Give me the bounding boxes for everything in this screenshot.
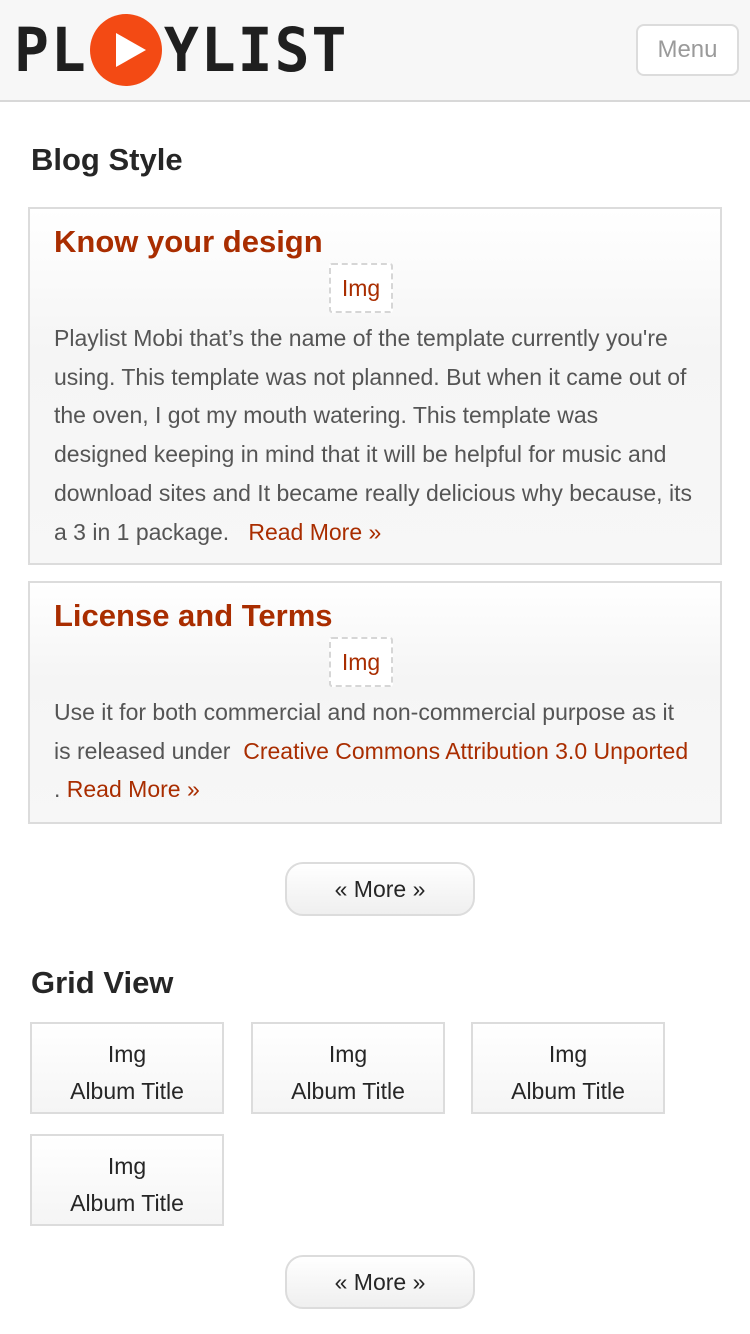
album-title: Album Title — [70, 1078, 184, 1104]
menu-button[interactable]: Menu — [636, 24, 739, 76]
album-card[interactable]: Img Album Title — [30, 1022, 224, 1114]
album-card[interactable]: Img Album Title — [251, 1022, 445, 1114]
grid-more-button[interactable]: « More » — [285, 1255, 475, 1309]
post-title[interactable]: Know your design — [54, 223, 696, 261]
post-text: Playlist Mobi that’s the name of the tem… — [54, 325, 692, 545]
album-card[interactable]: Img Album Title — [471, 1022, 665, 1114]
header: PL YLIST Menu — [0, 0, 750, 102]
album-card[interactable]: Img Album Title — [30, 1134, 224, 1226]
blog-more-button[interactable]: « More » — [285, 862, 475, 916]
post-image: Img — [329, 637, 393, 687]
post-image: Img — [329, 263, 393, 313]
album-image: Img — [548, 1041, 588, 1067]
read-more-link[interactable]: Read More » — [67, 776, 200, 802]
post-title[interactable]: License and Terms — [54, 597, 696, 635]
blog-section-title: Blog Style — [31, 142, 183, 177]
license-link[interactable]: Creative Commons Attribution 3.0 Unporte… — [243, 738, 688, 764]
album-image: Img — [107, 1041, 147, 1067]
blog-post: License and Terms Img Use it for both co… — [28, 581, 722, 824]
album-image: Img — [107, 1153, 147, 1179]
logo-text-left: PL — [14, 14, 88, 86]
post-body: Playlist Mobi that’s the name of the tem… — [54, 319, 696, 551]
album-image: Img — [328, 1041, 368, 1067]
post-text-end: . — [54, 776, 61, 803]
album-title: Album Title — [511, 1078, 625, 1104]
logo[interactable]: PL YLIST — [14, 14, 348, 86]
blog-post: Know your design Img Playlist Mobi that’… — [28, 207, 722, 565]
read-more-link[interactable]: Read More » — [248, 519, 381, 545]
play-circle-icon — [89, 14, 162, 86]
grid-section-title: Grid View — [31, 965, 174, 1000]
album-title: Album Title — [291, 1078, 405, 1104]
post-body: Use it for both commercial and non-comme… — [54, 693, 696, 809]
logo-text-right: YLIST — [163, 14, 349, 86]
album-title: Album Title — [70, 1190, 184, 1216]
